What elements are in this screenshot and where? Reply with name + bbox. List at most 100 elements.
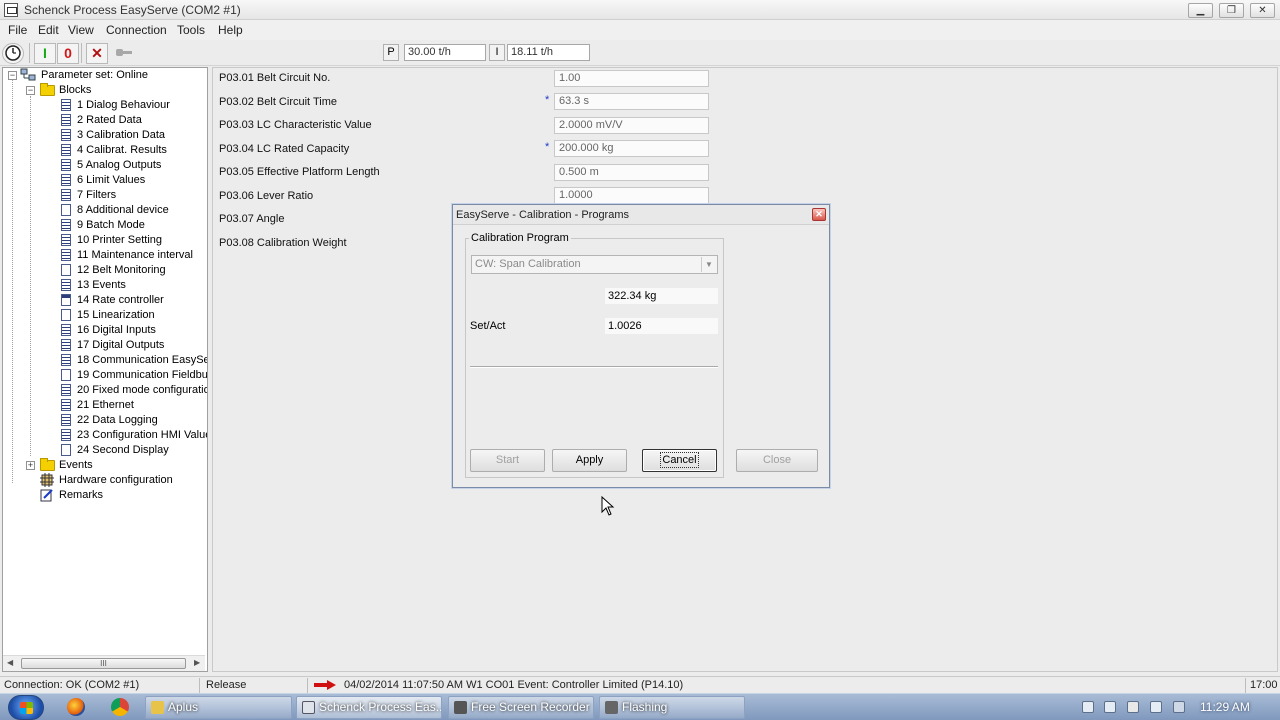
task-label: Schenck Process Eas...	[319, 700, 442, 714]
key-button[interactable]	[113, 43, 135, 64]
setact-value: 1.0026	[605, 318, 718, 334]
task-flashing[interactable]: Flashing	[599, 696, 745, 719]
app-icon	[4, 3, 18, 17]
dialog-close-icon[interactable]: ✕	[812, 208, 826, 221]
collapse-icon[interactable]: −	[26, 86, 35, 95]
restore-button[interactable]: ❐	[1219, 3, 1244, 18]
menu-tools[interactable]: Tools	[177, 23, 205, 37]
clock-button[interactable]	[2, 43, 24, 64]
menu-help[interactable]: Help	[218, 23, 243, 37]
monitor-icon[interactable]	[1150, 701, 1162, 713]
document-icon	[61, 204, 71, 216]
mouse-cursor-icon	[601, 496, 615, 516]
calibration-program-select[interactable]: CW: Span Calibration ▼	[471, 255, 718, 274]
tree-item-label: 16 Digital Inputs	[77, 324, 156, 336]
tree-item-label: 5 Analog Outputs	[77, 159, 162, 171]
network-icon[interactable]	[1127, 701, 1139, 713]
document-icon	[61, 114, 71, 126]
close-window-button[interactable]: ✕	[1250, 3, 1275, 18]
parameter-tree[interactable]: − Parameter set: Online − Blocks 1 Dialo…	[2, 67, 208, 672]
start-button[interactable]	[8, 695, 44, 720]
tree-blocks-label: Blocks	[59, 84, 92, 96]
usb-icon[interactable]	[1082, 701, 1094, 713]
remarks-icon	[40, 489, 53, 502]
task-aplus[interactable]: Aplus	[145, 696, 292, 719]
menu-file[interactable]: File	[8, 23, 27, 37]
tree-item-label: 18 Communication EasyServe	[77, 354, 207, 366]
param-label: P03.08 Calibration Weight	[219, 237, 347, 249]
document-icon	[61, 294, 71, 306]
cancel-button[interactable]: Cancel	[642, 449, 717, 472]
tree-item-label: 13 Events	[77, 279, 126, 291]
param-value-field[interactable]: 200.000 kg	[554, 140, 709, 157]
chevron-down-icon[interactable]: ▼	[701, 257, 716, 272]
minimize-button[interactable]: ▁	[1188, 3, 1213, 18]
speaker-icon[interactable]	[1173, 701, 1185, 713]
cancel-label: Cancel	[660, 452, 699, 468]
collapse-icon[interactable]: −	[8, 71, 17, 80]
task-label: Aplus	[168, 700, 199, 714]
document-icon	[61, 429, 71, 441]
task-easyserve[interactable]: Schenck Process Eas...	[296, 696, 442, 719]
document-icon	[61, 324, 71, 336]
tree-root-label: Parameter set: Online	[41, 69, 148, 81]
start-button[interactable]: I	[34, 43, 56, 64]
document-icon	[61, 234, 71, 246]
param-value-field[interactable]: 2.0000 mV/V	[554, 117, 709, 134]
sync-icon[interactable]	[1104, 701, 1116, 713]
task-screen-recorder[interactable]: Free Screen Recorder	[448, 696, 594, 719]
tree-item-label: 24 Second Display	[77, 444, 169, 456]
document-icon	[61, 354, 71, 366]
tree-item-label: 8 Additional device	[77, 204, 169, 216]
tree-item-label: 9 Batch Mode	[77, 219, 145, 231]
event-status: 04/02/2014 11:07:50 AM W1 CO01 Event: Co…	[344, 679, 684, 691]
menu-connection[interactable]: Connection	[106, 23, 167, 37]
param-value-field[interactable]: 0.500 m	[554, 164, 709, 181]
param-value-field[interactable]: 1.0000	[554, 187, 709, 204]
group-label: Calibration Program	[469, 232, 571, 244]
document-icon	[61, 144, 71, 156]
menu-view[interactable]: View	[68, 23, 94, 37]
tree-item-label: 15 Linearization	[77, 309, 155, 321]
toolbar: I 0 ✕ P 30.00 t/h I 18.11 t/h	[0, 40, 1280, 66]
document-icon	[61, 399, 71, 411]
weight-value: 322.34 kg	[605, 288, 718, 304]
param-label: P03.07 Angle	[219, 213, 285, 225]
document-icon	[61, 249, 71, 261]
param-value-field[interactable]: 63.3 s	[554, 93, 709, 110]
task-label: Flashing	[622, 700, 668, 714]
clock-icon	[5, 45, 21, 61]
chrome-icon[interactable]	[111, 698, 129, 716]
scroll-right-icon[interactable]: ▶	[194, 658, 200, 667]
calibration-dialog: EasyServe - Calibration - Programs ✕ Cal…	[452, 204, 830, 488]
abort-button[interactable]: ✕	[86, 43, 108, 64]
tree-item-label: 12 Belt Monitoring	[77, 264, 166, 276]
start-calibration-button[interactable]: Start	[470, 449, 545, 472]
tree-horizontal-scrollbar[interactable]: ◀ III ▶	[3, 655, 205, 671]
menu-edit[interactable]: Edit	[38, 23, 59, 37]
clock[interactable]: 11:29 AM	[1200, 700, 1250, 714]
scroll-thumb[interactable]: III	[21, 658, 186, 669]
param-value-field[interactable]: 1.00	[554, 70, 709, 87]
tree-item-label: 22 Data Logging	[77, 414, 158, 426]
document-icon	[61, 339, 71, 351]
param-label: P03.06 Lever Ratio	[219, 190, 314, 202]
camera-icon	[605, 701, 618, 714]
document-icon	[61, 414, 71, 426]
taskbar: Aplus Schenck Process Eas... Free Screen…	[0, 693, 1280, 720]
hardware-icon	[40, 473, 54, 487]
close-button[interactable]: Close	[736, 449, 818, 472]
tree-item-label: 10 Printer Setting	[77, 234, 162, 246]
event-arrow-icon	[314, 680, 336, 690]
apply-button[interactable]: Apply	[552, 449, 627, 472]
scroll-left-icon[interactable]: ◀	[7, 658, 13, 667]
folder-icon	[151, 701, 164, 714]
selected-program: CW: Span Calibration	[475, 258, 581, 270]
mode-status: Release	[202, 678, 308, 693]
expand-icon[interactable]: +	[26, 461, 35, 470]
network-icon	[20, 68, 36, 81]
firefox-icon[interactable]	[67, 698, 85, 716]
param-label: P03.02 Belt Circuit Time	[219, 96, 337, 108]
stop-button[interactable]: 0	[57, 43, 79, 64]
tree-item-label: 21 Ethernet	[77, 399, 134, 411]
